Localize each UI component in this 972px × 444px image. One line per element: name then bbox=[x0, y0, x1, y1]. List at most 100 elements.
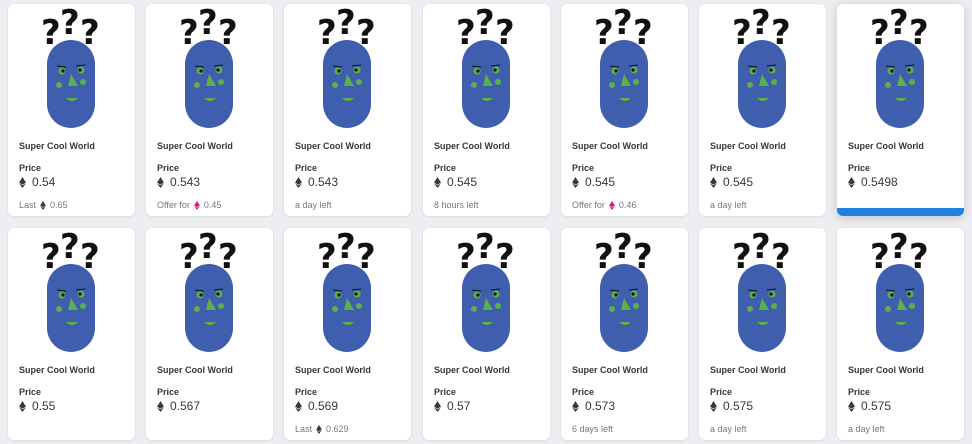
collection-name[interactable]: Super Cool World bbox=[710, 365, 786, 375]
meta-text: a day left bbox=[848, 424, 885, 434]
collection-name[interactable]: Super Cool World bbox=[434, 141, 510, 151]
nft-image[interactable]: ??? bbox=[699, 4, 826, 134]
collection-name[interactable]: Super Cool World bbox=[848, 365, 924, 375]
nft-image[interactable]: ??? bbox=[284, 228, 411, 358]
nft-card[interactable]: ??? Super Cool World Price 0.545 a day left bbox=[699, 4, 826, 216]
price-value: 0.545 bbox=[585, 175, 616, 189]
price-row: 0.567 bbox=[157, 399, 200, 413]
price-value: 0.575 bbox=[723, 399, 754, 413]
svg-text:?: ? bbox=[889, 4, 909, 43]
nft-card-grid: ??? Super Cool World Price 0.54 Last 0.65??? S… bbox=[0, 0, 972, 444]
meta-text: Last bbox=[19, 200, 37, 210]
collection-name[interactable]: Super Cool World bbox=[572, 141, 648, 151]
nft-image[interactable]: ??? bbox=[561, 228, 688, 358]
nft-image[interactable]: ??? bbox=[8, 4, 135, 134]
nft-card[interactable]: ??? Super Cool World Price 0.5498 bbox=[837, 4, 964, 216]
nft-card[interactable]: ??? Super Cool World Price 0.575 a day left bbox=[837, 228, 964, 440]
collection-name[interactable]: Super Cool World bbox=[848, 141, 924, 151]
collection-name[interactable]: Super Cool World bbox=[434, 365, 510, 375]
price-value: 0.545 bbox=[723, 175, 754, 189]
nft-image[interactable]: ??? bbox=[284, 4, 411, 134]
collection-name[interactable]: Super Cool World bbox=[19, 141, 95, 151]
card-meta: a day left bbox=[710, 200, 747, 210]
eth-icon bbox=[295, 176, 302, 188]
nft-card[interactable]: ??? Super Cool World Price 0.567 bbox=[146, 228, 273, 440]
price-value: 0.569 bbox=[308, 399, 339, 413]
nft-image[interactable]: ??? bbox=[561, 4, 688, 134]
price-row: 0.545 bbox=[572, 175, 615, 189]
price-label: Price bbox=[295, 163, 318, 173]
meta-text: Offer for bbox=[157, 200, 190, 210]
nft-card[interactable]: ??? Super Cool World Price 0.57 bbox=[423, 228, 550, 440]
nft-image[interactable]: ??? bbox=[8, 228, 135, 358]
svg-text:?: ? bbox=[475, 4, 495, 43]
nft-card[interactable]: ??? Super Cool World Price 0.543 a day left bbox=[284, 4, 411, 216]
nft-card[interactable]: ??? Super Cool World Price 0.55 bbox=[8, 228, 135, 440]
collection-name[interactable]: Super Cool World bbox=[295, 365, 371, 375]
nft-image[interactable]: ??? bbox=[699, 228, 826, 358]
card-meta: Offer for 0.46 bbox=[572, 200, 636, 210]
nft-image[interactable]: ??? bbox=[146, 4, 273, 134]
price-row: 0.5498 bbox=[848, 175, 898, 189]
collection-name[interactable]: Super Cool World bbox=[157, 365, 233, 375]
nft-card[interactable]: ??? Super Cool World Price 0.545 8 hours lef… bbox=[423, 4, 550, 216]
price-label: Price bbox=[434, 387, 457, 397]
svg-text:?: ? bbox=[336, 228, 356, 267]
svg-text:?: ? bbox=[613, 4, 633, 43]
nft-card[interactable]: ??? Super Cool World Price 0.545 Offer for 0.… bbox=[561, 4, 688, 216]
price-value: 0.543 bbox=[308, 175, 339, 189]
nft-card[interactable]: ??? Super Cool World Price 0.573 6 days left bbox=[561, 228, 688, 440]
price-row: 0.575 bbox=[848, 399, 891, 413]
price-row: 0.575 bbox=[710, 399, 753, 413]
collection-name[interactable]: Super Cool World bbox=[710, 141, 786, 151]
eth-icon bbox=[295, 400, 302, 412]
price-value: 0.57 bbox=[447, 399, 471, 413]
price-label: Price bbox=[19, 387, 42, 397]
meta-text: a day left bbox=[295, 200, 332, 210]
price-label: Price bbox=[572, 387, 595, 397]
nft-image[interactable]: ??? bbox=[146, 228, 273, 358]
card-meta: Offer for 0.45 bbox=[157, 200, 221, 210]
eth-icon bbox=[710, 400, 717, 412]
nft-image[interactable]: ??? bbox=[837, 4, 964, 134]
price-label: Price bbox=[295, 387, 318, 397]
price-row: 0.545 bbox=[434, 175, 477, 189]
price-label: Price bbox=[19, 163, 42, 173]
price-value: 0.573 bbox=[585, 399, 616, 413]
svg-text:?: ? bbox=[475, 228, 495, 267]
nft-image[interactable]: ??? bbox=[423, 4, 550, 134]
collection-name[interactable]: Super Cool World bbox=[157, 141, 233, 151]
price-label: Price bbox=[710, 387, 733, 397]
nft-card[interactable]: ??? Super Cool World Price 0.543 Offer for 0.… bbox=[146, 4, 273, 216]
price-row: 0.543 bbox=[295, 175, 338, 189]
price-row: 0.573 bbox=[572, 399, 615, 413]
card-meta: 6 days left bbox=[572, 424, 613, 434]
meta-text: a day left bbox=[710, 200, 747, 210]
nft-image[interactable]: ??? bbox=[423, 228, 550, 358]
eth-icon bbox=[572, 176, 579, 188]
meta-text: 6 days left bbox=[572, 424, 614, 434]
hover-highlight-bar bbox=[837, 208, 964, 216]
meta-value: 0.629 bbox=[326, 424, 349, 434]
price-value: 0.54 bbox=[32, 175, 56, 189]
price-label: Price bbox=[710, 163, 733, 173]
card-meta: a day left bbox=[295, 200, 332, 210]
svg-text:?: ? bbox=[60, 4, 80, 43]
price-value: 0.567 bbox=[170, 399, 201, 413]
eth-icon bbox=[19, 176, 26, 188]
eth-icon bbox=[157, 176, 164, 188]
nft-card[interactable]: ??? Super Cool World Price 0.575 a day left bbox=[699, 228, 826, 440]
nft-card[interactable]: ??? Super Cool World Price 0.569 Last 0.629 bbox=[284, 228, 411, 440]
eth-icon bbox=[157, 400, 164, 412]
collection-name[interactable]: Super Cool World bbox=[572, 365, 648, 375]
collection-name[interactable]: Super Cool World bbox=[19, 365, 95, 375]
price-row: 0.543 bbox=[157, 175, 200, 189]
collection-name[interactable]: Super Cool World bbox=[295, 141, 371, 151]
price-value: 0.55 bbox=[32, 399, 56, 413]
nft-image[interactable]: ??? bbox=[837, 228, 964, 358]
meta-value: 0.65 bbox=[50, 200, 68, 210]
svg-text:?: ? bbox=[889, 228, 909, 267]
nft-card[interactable]: ??? Super Cool World Price 0.54 Last 0.65 bbox=[8, 4, 135, 216]
price-row: 0.569 bbox=[295, 399, 338, 413]
price-label: Price bbox=[157, 387, 180, 397]
